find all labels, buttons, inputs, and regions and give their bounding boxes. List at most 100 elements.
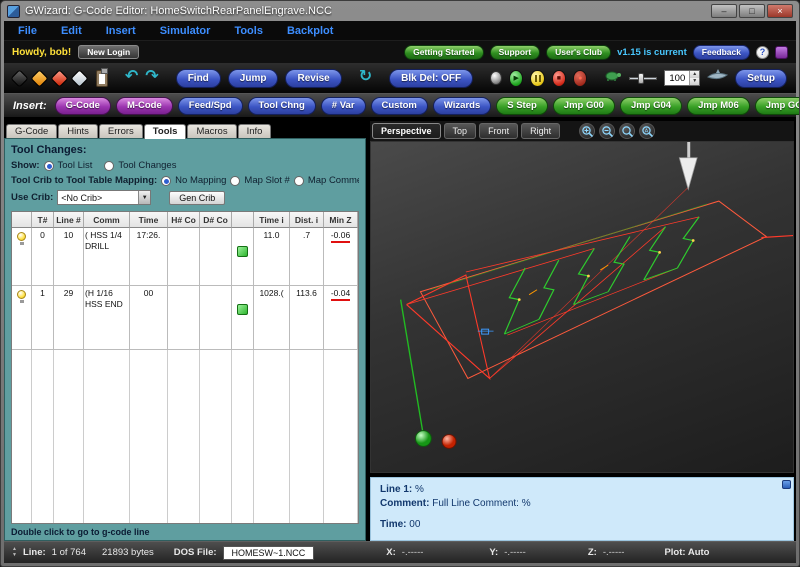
table-row-cell[interactable]: -0.04 — [324, 286, 358, 350]
table-row-cell[interactable]: .7 — [290, 228, 324, 286]
zoom-in-button[interactable] — [579, 123, 596, 139]
line-nav-icons[interactable]: ▲ ▼ — [12, 547, 17, 558]
open-file-icon[interactable] — [30, 68, 49, 88]
table-row-cell[interactable]: -0.06 — [324, 228, 358, 286]
reset-sim-button[interactable] — [490, 71, 503, 85]
feedback-button[interactable]: Feedback — [692, 44, 750, 60]
jmp-m06-button[interactable]: Jmp M06 — [687, 96, 750, 115]
menu-backplot[interactable]: Backplot — [287, 25, 333, 37]
save-file-icon[interactable] — [50, 68, 69, 88]
info-corner-button[interactable] — [782, 480, 791, 489]
pause-button[interactable] — [530, 69, 545, 87]
undo-icon[interactable]: ↶ — [125, 68, 138, 85]
radio-map-slot[interactable] — [230, 175, 241, 186]
play-button[interactable]: ▶ — [509, 69, 524, 87]
table-row-cell[interactable]: 29 — [54, 286, 84, 350]
s-step-button[interactable]: S Step — [496, 96, 548, 115]
tab-gcode[interactable]: G-Code — [6, 124, 58, 138]
minimize-button[interactable]: – — [711, 4, 737, 18]
speed-spinner[interactable]: 100 ▲ ▼ — [664, 70, 701, 86]
insert-gcode-button[interactable]: G-Code — [54, 96, 111, 115]
table-row-cell[interactable] — [12, 286, 32, 350]
table-row-cell[interactable] — [200, 228, 232, 286]
refresh-icon[interactable]: ↻ — [359, 68, 372, 85]
revise-button[interactable]: Revise — [285, 68, 342, 88]
table-row-cell[interactable] — [232, 286, 254, 350]
new-file-icon[interactable] — [10, 68, 29, 88]
purple-badge-icon[interactable] — [775, 45, 788, 59]
tab-info[interactable]: Info — [237, 124, 272, 138]
close-button[interactable]: × — [767, 4, 793, 18]
menu-edit[interactable]: Edit — [61, 25, 82, 37]
sim-speed-slider[interactable] — [629, 72, 658, 84]
rewind-button[interactable]: ● — [573, 69, 588, 87]
jump-button[interactable]: Jump — [227, 68, 279, 88]
getting-started-button[interactable]: Getting Started — [404, 44, 484, 60]
radio-no-mapping[interactable] — [161, 175, 172, 186]
view-tab-right[interactable]: Right — [521, 123, 561, 139]
insert-wizards-button[interactable]: Wizards — [432, 96, 492, 115]
menu-insert[interactable]: Insert — [106, 25, 136, 37]
table-row-cell[interactable]: 0 — [32, 228, 54, 286]
view-tab-perspective[interactable]: Perspective — [372, 123, 441, 139]
table-row-cell[interactable]: ( HSS 1/4 DRILL — [84, 228, 130, 286]
help-icon[interactable]: ? — [756, 45, 769, 59]
gen-crib-button[interactable]: Gen Crib — [169, 190, 226, 205]
jmp-goto-button[interactable]: Jmp GOTO — [754, 96, 799, 115]
radio-map-comment[interactable] — [293, 175, 304, 186]
table-row-cell[interactable] — [168, 286, 200, 350]
table-row-cell[interactable] — [200, 286, 232, 350]
insert-custom-button[interactable]: Custom — [370, 96, 428, 115]
zoom-window-button[interactable] — [619, 123, 636, 139]
redo-icon[interactable]: ↷ — [145, 68, 158, 85]
table-row-cell[interactable]: (H 1/16 HSS END — [84, 286, 130, 350]
find-button[interactable]: Find — [175, 68, 221, 88]
radio-tool-changes-label[interactable]: Tool Changes — [118, 160, 176, 171]
view-tab-top[interactable]: Top — [443, 123, 477, 139]
table-row-cell[interactable]: 1 — [32, 286, 54, 350]
table-row-cell[interactable]: 113.6 — [290, 286, 324, 350]
radio-tool-list-label[interactable]: Tool List — [58, 160, 93, 171]
table-row-cell[interactable]: 1028.( — [254, 286, 290, 350]
tab-macros[interactable]: Macros — [187, 124, 237, 138]
menu-simulator[interactable]: Simulator — [160, 25, 211, 37]
radio-tool-list[interactable] — [43, 160, 54, 171]
save-as-icon[interactable] — [70, 68, 89, 88]
insert-toolchng-button[interactable]: Tool Chng — [247, 96, 316, 115]
tab-hints[interactable]: Hints — [58, 124, 98, 138]
chevron-down-icon[interactable]: ▼ — [138, 191, 151, 204]
users-club-button[interactable]: User's Club — [546, 44, 612, 60]
table-row-cell[interactable]: 10 — [54, 228, 84, 286]
setup-button[interactable]: Setup — [735, 68, 787, 88]
menu-tools[interactable]: Tools — [234, 25, 263, 37]
radio-tool-changes[interactable] — [104, 160, 115, 171]
backplot-3d-view[interactable] — [370, 141, 794, 473]
blk-del-button[interactable]: Blk Del: OFF — [389, 68, 474, 88]
table-row-cell[interactable]: 11.0 — [254, 228, 290, 286]
table-row-cell[interactable] — [232, 228, 254, 286]
radio-map-comment-label[interactable]: Map Comme — [308, 175, 359, 186]
jmp-g00-button[interactable]: Jmp G00 — [552, 96, 615, 115]
stop-button[interactable]: ■ — [551, 69, 567, 87]
insert-mcode-button[interactable]: M-Code — [115, 96, 173, 115]
table-row-cell[interactable]: 17:26. — [130, 228, 168, 286]
crib-dropdown[interactable]: <No Crib> ▼ — [57, 190, 152, 205]
support-button[interactable]: Support — [489, 44, 541, 60]
zoom-out-button[interactable] — [599, 123, 616, 139]
jmp-g04-button[interactable]: Jmp G04 — [619, 96, 683, 115]
radio-map-slot-label[interactable]: Map Slot # — [244, 175, 289, 186]
insert-var-button[interactable]: # Var — [320, 96, 366, 115]
new-login-button[interactable]: New Login — [78, 45, 140, 59]
tab-tools[interactable]: Tools — [143, 124, 187, 139]
table-row-cell[interactable] — [12, 228, 32, 286]
view-tab-front[interactable]: Front — [479, 123, 519, 139]
tab-errors[interactable]: Errors — [98, 124, 143, 138]
insert-feedspd-button[interactable]: Feed/Spd — [177, 96, 243, 115]
menu-file[interactable]: File — [18, 25, 37, 37]
zoom-all-button[interactable]: A — [639, 123, 656, 139]
radio-no-mapping-label[interactable]: No Mapping — [175, 175, 226, 186]
table-row-cell[interactable]: 00 — [130, 286, 168, 350]
title-bar[interactable]: GWizard: G-Code Editor: HomeSwitchRearPa… — [1, 1, 799, 21]
table-row-cell[interactable] — [168, 228, 200, 286]
maximize-button[interactable]: □ — [739, 4, 765, 18]
